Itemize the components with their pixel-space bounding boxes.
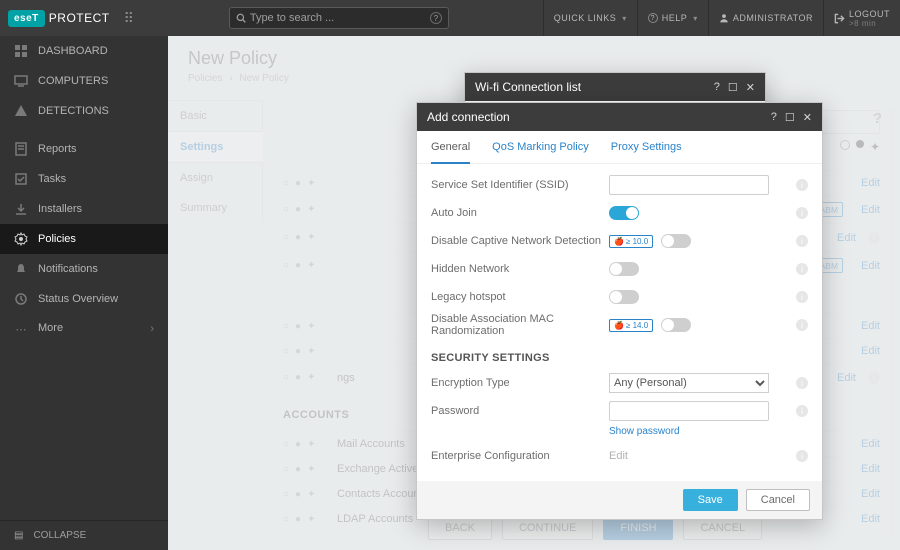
gear-icon: [14, 232, 28, 246]
brand[interactable]: eseT PROTECT: [0, 10, 118, 27]
info-icon[interactable]: i: [796, 291, 808, 303]
search-icon: [236, 13, 246, 23]
collapse-sidebar-button[interactable]: ▤COLLAPSE: [0, 520, 168, 550]
show-password-link[interactable]: Show password: [609, 426, 808, 437]
enterprise-label: Enterprise Configuration: [431, 450, 609, 462]
dialog-cancel-button[interactable]: Cancel: [746, 489, 810, 511]
security-settings-header: SECURITY SETTINGS: [431, 352, 808, 364]
encryption-label: Encryption Type: [431, 377, 609, 389]
info-icon[interactable]: i: [796, 377, 808, 389]
more-icon: ⋯: [14, 322, 28, 336]
ios-version-badge: 🍎≥ 10.0: [609, 235, 653, 248]
tasks-icon: [14, 172, 28, 186]
sidebar-item-notifications[interactable]: Notifications: [0, 254, 168, 284]
add-connection-dialog: Add connection ? ☐ ✕ General QoS Marking…: [416, 102, 823, 520]
info-icon[interactable]: i: [796, 450, 808, 462]
autojoin-label: Auto Join: [431, 207, 609, 219]
reports-icon: [14, 142, 28, 156]
ssid-label: Service Set Identifier (SSID): [431, 179, 609, 191]
sidebar-item-detections[interactable]: DETECTIONS: [0, 96, 168, 126]
dashboard-icon: [14, 44, 28, 58]
help-icon: ?: [648, 13, 658, 23]
apple-icon: 🍎: [614, 237, 624, 246]
sidebar-item-status[interactable]: Status Overview: [0, 284, 168, 314]
captive-toggle[interactable]: [661, 234, 691, 248]
close-icon[interactable]: ✕: [746, 81, 755, 94]
logout-button[interactable]: LOGOUT>8 min: [823, 0, 900, 36]
status-icon: [14, 292, 28, 306]
sidebar-item-more[interactable]: ⋯More›: [0, 314, 168, 344]
ios-version-badge: 🍎≥ 14.0: [609, 319, 653, 332]
info-icon[interactable]: i: [796, 235, 808, 247]
brand-badge: eseT: [8, 10, 45, 27]
hidden-toggle[interactable]: [609, 262, 639, 276]
maximize-icon[interactable]: ☐: [728, 81, 738, 94]
info-icon[interactable]: i: [796, 207, 808, 219]
bell-icon: [14, 262, 28, 276]
dialog-tabs: General QoS Marking Policy Proxy Setting…: [417, 131, 822, 164]
search-placeholder: Type to search ...: [250, 12, 430, 24]
sidebar-item-tasks[interactable]: Tasks: [0, 164, 168, 194]
info-icon[interactable]: i: [796, 263, 808, 275]
sidebar-item-dashboard[interactable]: DASHBOARD: [0, 36, 168, 66]
quick-links-menu[interactable]: QUICK LINKS: [543, 0, 637, 36]
help-icon[interactable]: ?: [771, 111, 777, 124]
info-icon[interactable]: i: [796, 179, 808, 191]
info-icon[interactable]: i: [796, 405, 808, 417]
save-button[interactable]: Save: [683, 489, 738, 511]
close-icon[interactable]: ✕: [803, 111, 812, 124]
dialog-title: Wi-fi Connection list: [475, 80, 581, 94]
password-input[interactable]: [609, 401, 769, 421]
enterprise-edit: Edit: [609, 450, 628, 462]
ssid-input[interactable]: [609, 175, 769, 195]
password-label: Password: [431, 405, 609, 417]
sidebar-item-policies[interactable]: Policies: [0, 224, 168, 254]
macrand-toggle[interactable]: [661, 318, 691, 332]
captive-label: Disable Captive Network Detection: [431, 235, 609, 247]
global-search[interactable]: Type to search ... ?: [229, 7, 449, 29]
info-icon[interactable]: i: [796, 319, 808, 331]
help-icon[interactable]: ?: [430, 12, 442, 24]
user-icon: [719, 13, 729, 23]
sidebar-item-reports[interactable]: Reports: [0, 134, 168, 164]
sidebar-item-installers[interactable]: Installers: [0, 194, 168, 224]
download-icon: [14, 202, 28, 216]
content-area: New Policy Policies › New Policy Basic S…: [168, 36, 900, 550]
sidebar: DASHBOARD COMPUTERS DETECTIONS Reports T…: [0, 36, 168, 550]
app-switcher-icon[interactable]: ⠿: [124, 10, 135, 27]
logout-icon: [834, 13, 845, 24]
maximize-icon[interactable]: ☐: [785, 111, 795, 124]
tab-qos[interactable]: QoS Marking Policy: [492, 141, 589, 153]
apple-icon: 🍎: [614, 321, 624, 330]
chevron-right-icon: ›: [150, 323, 154, 335]
dialog-title: Add connection: [427, 110, 510, 124]
sidebar-item-computers[interactable]: COMPUTERS: [0, 66, 168, 96]
collapse-icon: ▤: [14, 530, 23, 541]
tab-general[interactable]: General: [431, 141, 470, 164]
tab-proxy[interactable]: Proxy Settings: [611, 141, 682, 153]
legacy-label: Legacy hotspot: [431, 291, 609, 303]
brand-text: PROTECT: [49, 11, 110, 25]
autojoin-toggle[interactable]: [609, 206, 639, 220]
legacy-toggle[interactable]: [609, 290, 639, 304]
hidden-label: Hidden Network: [431, 263, 609, 275]
help-icon[interactable]: ?: [714, 81, 720, 94]
alert-icon: [14, 104, 28, 118]
computer-icon: [14, 74, 28, 88]
user-menu[interactable]: ADMINISTRATOR: [708, 0, 823, 36]
encryption-select[interactable]: Any (Personal): [609, 373, 769, 393]
help-menu[interactable]: ? HELP: [637, 0, 708, 36]
macrand-label: Disable Association MAC Randomization: [431, 313, 609, 337]
top-bar: eseT PROTECT ⠿ Type to search ... ? QUIC…: [0, 0, 900, 36]
